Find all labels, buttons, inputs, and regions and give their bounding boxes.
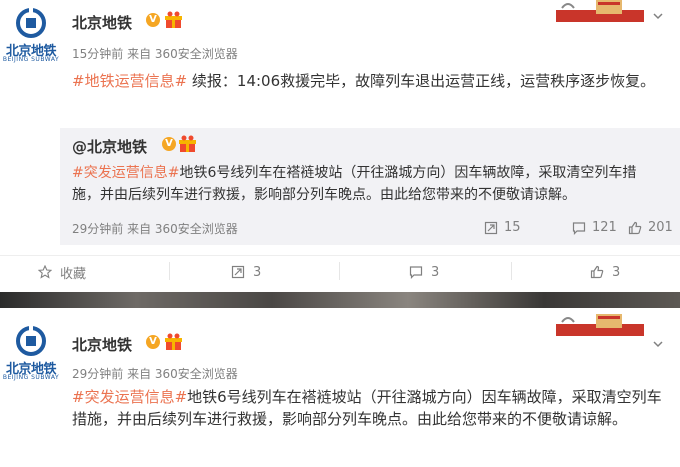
thumbs-up-icon	[590, 265, 604, 279]
chevron-down-icon[interactable]	[652, 338, 664, 350]
repost-action-count: 3	[253, 264, 262, 280]
post-text: #突发运营信息#地铁6号线列车在褡裢坡站（开往潞城方向）因车辆故障，采取清空列车…	[72, 386, 662, 430]
divider	[511, 262, 512, 280]
beijing-subway-logo-icon	[16, 8, 46, 38]
repost-icon	[231, 265, 245, 279]
comment-count: 121	[592, 220, 617, 235]
reposted-weibo[interactable]: @北京地铁 V #突发运营信息#地铁6号线列车在褡裢坡站（开往潞城方向）因车辆故…	[60, 128, 680, 245]
topic-tag-link[interactable]: #突发运营信息#	[72, 165, 179, 181]
divider	[169, 262, 170, 280]
comment-icon	[409, 266, 423, 279]
beijing-subway-logo-icon	[16, 326, 46, 356]
avatar[interactable]: 北京地铁 BEIJING SUBWAY	[0, 322, 60, 386]
repost-button[interactable]: 3	[231, 262, 261, 282]
author-name[interactable]: 北京地铁	[72, 12, 132, 33]
avatar-logo-subtext: BEIJING SUBWAY	[2, 56, 60, 63]
gift-badge-icon	[165, 333, 182, 350]
like-button[interactable]: 3	[590, 262, 620, 282]
weibo-post-2: 北京地铁 BEIJING SUBWAY 北京地铁 V 29分钟前 来自 360安…	[0, 308, 680, 467]
repost-count-button[interactable]: 15	[484, 220, 521, 235]
great-wall-banner-icon	[556, 0, 644, 22]
action-bar: 收藏 3 3 3	[0, 255, 680, 284]
chevron-down-icon[interactable]	[652, 10, 664, 22]
favorite-button[interactable]: 收藏	[38, 262, 86, 282]
post-text: #地铁运营信息# 续报：14:06救援完毕，故障列车退出运营正线，运营秩序逐步恢…	[72, 70, 662, 92]
topic-tag-link[interactable]: #突发运营信息#	[72, 388, 187, 406]
post-meta: 29分钟前 来自 360安全浏览器	[72, 367, 238, 381]
avatar[interactable]: 北京地铁 BEIJING SUBWAY	[0, 4, 60, 68]
like-count-button[interactable]: 201	[628, 220, 673, 235]
repost-count: 15	[504, 220, 521, 235]
verified-badge-icon: V	[146, 335, 160, 349]
weibo-post-1: 北京地铁 BEIJING SUBWAY 北京地铁 V 15分钟前 来自 360安…	[0, 0, 680, 292]
verified-badge-icon: V	[146, 13, 160, 27]
comment-button[interactable]: 3	[409, 262, 439, 282]
star-icon	[38, 265, 52, 279]
comment-icon	[572, 221, 586, 235]
post-meta: 15分钟前 来自 360安全浏览器	[72, 47, 238, 61]
repost-icon	[484, 221, 498, 234]
background-photo-strip	[0, 292, 680, 308]
like-action-count: 3	[612, 264, 621, 280]
thumbs-up-icon	[628, 221, 642, 234]
favorite-label: 收藏	[60, 266, 87, 282]
great-wall-banner-icon	[556, 314, 644, 336]
comment-action-count: 3	[431, 264, 440, 280]
repost-author-name[interactable]: @北京地铁	[72, 136, 147, 157]
gift-badge-icon	[179, 135, 196, 152]
like-count: 201	[648, 220, 673, 235]
topic-tag-link[interactable]: #地铁运营信息#	[72, 72, 187, 90]
post-text-content: 续报：14:06救援完毕，故障列车退出运营正线，运营秩序逐步恢复。	[187, 72, 656, 90]
gift-badge-icon	[165, 11, 182, 28]
comment-count-button[interactable]: 121	[572, 220, 617, 235]
author-name[interactable]: 北京地铁	[72, 334, 132, 355]
repost-text: #突发运营信息#地铁6号线列车在褡裢坡站（开往潞城方向）因车辆故障，采取清空列车…	[72, 162, 664, 206]
avatar-logo-subtext: BEIJING SUBWAY	[2, 374, 60, 381]
divider	[339, 262, 340, 280]
verified-badge-icon: V	[162, 137, 176, 151]
repost-meta: 29分钟前 来自 360安全浏览器	[72, 222, 238, 236]
